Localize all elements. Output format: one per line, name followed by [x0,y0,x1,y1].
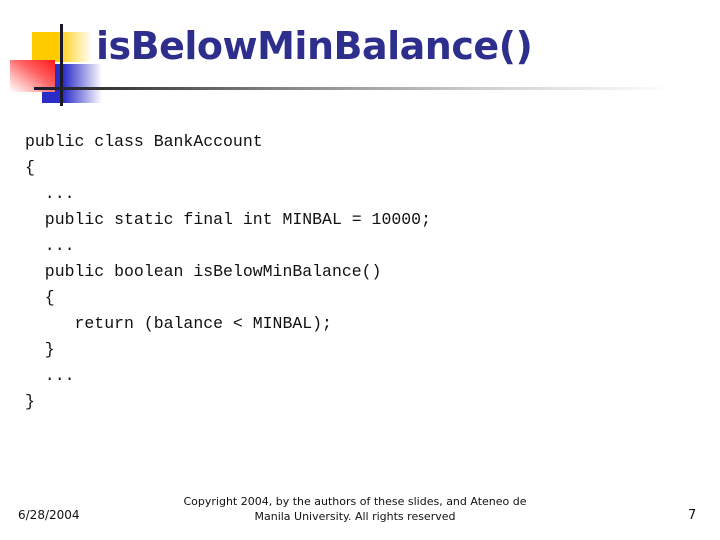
code-line: ... [25,236,75,255]
code-line: ... [25,366,75,385]
copyright-line-2: Manila University. All rights reserved [254,510,456,523]
code-line: public static final int MINBAL = 10000; [25,210,431,229]
code-block: public class BankAccount { ... public st… [25,129,431,415]
code-line: { [25,288,55,307]
slide-logo-decoration [0,0,110,110]
code-line: } [25,340,55,359]
code-line: return (balance < MINBAL); [25,314,332,333]
code-line: { [25,158,35,177]
slide-title: isBelowMinBalance() [96,24,533,68]
copyright-line-1: Copyright 2004, by the authors of these … [183,495,527,508]
logo-vertical-line [60,24,63,106]
footer-date: 6/28/2004 [18,508,80,522]
page-number: 7 [688,508,697,523]
footer-copyright: Copyright 2004, by the authors of these … [160,494,550,524]
title-underline-divider [34,87,674,90]
code-line: } [25,392,35,411]
code-line: public class BankAccount [25,132,263,151]
code-line: public boolean isBelowMinBalance() [25,262,382,281]
code-line: ... [25,184,75,203]
